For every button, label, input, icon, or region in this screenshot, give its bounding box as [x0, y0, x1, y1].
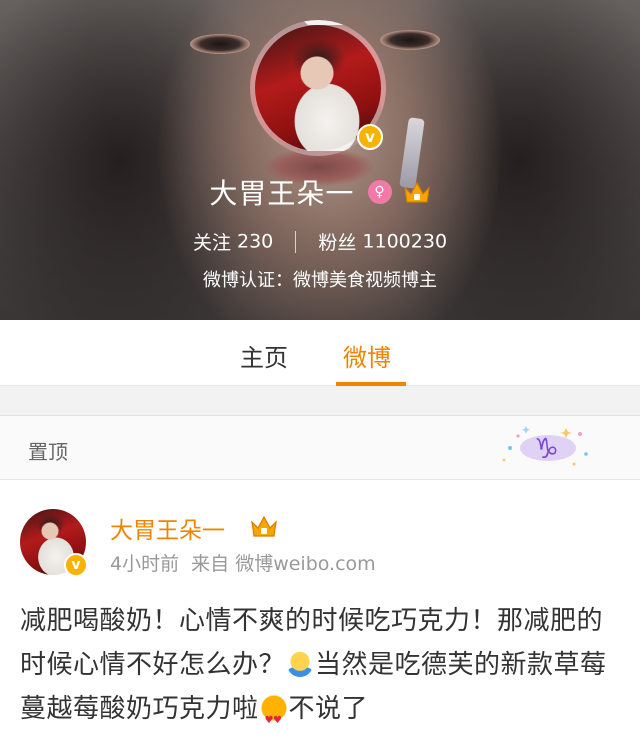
pinned-label: 置顶 [28, 440, 68, 464]
post-text-part: 不说了 [288, 694, 369, 724]
following-stat[interactable]: 关注 230 [192, 230, 279, 255]
section-divider [0, 386, 640, 416]
profile-name: 大胃王朵一 [209, 177, 355, 210]
female-gender-icon: ♀ [367, 180, 392, 204]
stats-divider [295, 230, 297, 253]
heart-eyes-emoji-icon [260, 695, 287, 741]
cover-photo-detail [380, 30, 440, 50]
weibo-post[interactable]: v 大胃王朵一 4小时前 来自 微博weibo.com 减肥喝酸奶！心情不爽的时… [0, 481, 640, 741]
post-time: 4小时前 [110, 553, 180, 575]
verification-text: 微博认证：微博美食视频博主 [203, 270, 437, 291]
tab-weibo[interactable]: 微博 [343, 338, 391, 373]
verified-badge-icon: v [64, 553, 88, 577]
post-meta: 4小时前 来自 微博weibo.com [110, 549, 376, 576]
tab-home[interactable]: 主页 [240, 338, 288, 373]
post-text: 减肥喝酸奶！心情不爽的时候吃巧克力！那减肥的时候心情不好怎么办？ 当然是吃德芙的新… [20, 599, 620, 741]
capricorn-zodiac-icon: ♑ [502, 426, 588, 466]
post-source[interactable]: 微博weibo.com [235, 553, 375, 575]
profile-tabs: 主页 微博 [0, 320, 640, 386]
verified-badge-icon: v [357, 124, 383, 150]
followers-stat[interactable]: 粉丝 1100230 [318, 230, 448, 255]
following-count: 230 [237, 230, 274, 253]
vip-crown-icon[interactable] [403, 180, 431, 204]
profile-stats: 关注 230 粉丝 1100230 [0, 228, 640, 255]
followers-count: 1100230 [362, 230, 448, 253]
svg-text:♑: ♑ [534, 432, 559, 465]
post-source-prefix: 来自 [191, 553, 230, 575]
post-author-name[interactable]: 大胃王朵一 [110, 511, 225, 545]
vip-crown-icon[interactable] [250, 514, 278, 538]
followers-label: 粉丝 [318, 232, 357, 254]
shrug-emoji-icon [287, 651, 314, 677]
following-label: 关注 [192, 232, 231, 254]
profile-name-row: 大胃王朵一 ♀ [0, 172, 640, 212]
cover-photo-detail [190, 34, 250, 54]
